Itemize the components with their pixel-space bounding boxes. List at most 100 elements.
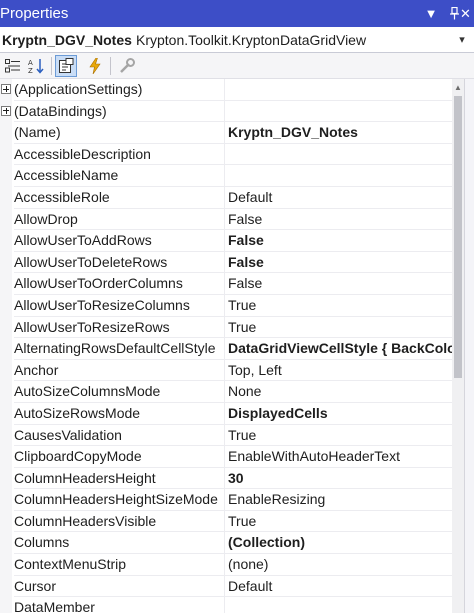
property-row[interactable]: CausesValidation True bbox=[0, 424, 452, 447]
property-value[interactable]: True bbox=[224, 510, 452, 533]
property-name: AutoSizeRowsMode bbox=[14, 403, 224, 425]
property-value[interactable]: EnableResizing bbox=[224, 489, 452, 511]
property-row[interactable]: AllowDrop False bbox=[0, 208, 452, 231]
object-selector[interactable]: Kryptn_DGV_Notes Krypton.Toolkit.Krypton… bbox=[0, 27, 474, 53]
properties-title-bar: Properties ▼ ✕ bbox=[0, 0, 474, 27]
property-row[interactable]: AccessibleName bbox=[0, 165, 452, 187]
categorized-button[interactable] bbox=[2, 55, 24, 77]
property-row[interactable]: AllowUserToResizeColumns True bbox=[0, 294, 452, 317]
property-name: AccessibleRole bbox=[14, 187, 224, 209]
property-value[interactable]: True bbox=[224, 294, 452, 317]
property-row[interactable]: ColumnHeadersHeightSizeMode EnableResizin… bbox=[0, 489, 452, 511]
property-value[interactable]: Default bbox=[224, 186, 452, 209]
property-value[interactable]: DisplayedCells bbox=[224, 402, 452, 425]
property-value[interactable]: DataGridViewCellStyle { BackColo bbox=[224, 338, 452, 360]
property-row[interactable]: AccessibleDescription bbox=[0, 143, 452, 166]
selected-object-name: Kryptn_DGV_Notes bbox=[2, 32, 132, 48]
property-row[interactable]: DataMember bbox=[0, 597, 452, 613]
property-name: AllowUserToAddRows bbox=[14, 230, 224, 252]
toolbar-separator bbox=[110, 57, 111, 75]
selected-object-type: Krypton.Toolkit.KryptonDataGridView bbox=[136, 32, 367, 48]
property-value[interactable]: (none) bbox=[224, 554, 452, 576]
row-gutter bbox=[0, 575, 12, 598]
property-row[interactable]: ClipboardCopyMode EnableWithAutoHeaderTex… bbox=[0, 446, 452, 468]
property-row[interactable]: (DataBindings) bbox=[0, 100, 452, 123]
object-selector-dropdown-icon[interactable]: ▾ bbox=[454, 30, 470, 48]
row-gutter bbox=[0, 510, 12, 533]
row-gutter bbox=[0, 424, 12, 447]
row-gutter bbox=[0, 230, 12, 252]
property-value[interactable] bbox=[224, 100, 452, 123]
property-value[interactable]: True bbox=[224, 316, 452, 339]
property-value[interactable]: Top, Left bbox=[224, 359, 452, 382]
scrollbar-thumb[interactable] bbox=[454, 96, 462, 378]
right-edge-panel bbox=[464, 79, 474, 613]
property-value[interactable]: False bbox=[224, 273, 452, 295]
property-row[interactable]: (Name) Kryptn_DGV_Notes bbox=[0, 122, 452, 144]
property-value[interactable]: EnableWithAutoHeaderText bbox=[224, 446, 452, 468]
scroll-up-icon[interactable]: ▲ bbox=[452, 79, 464, 95]
property-name: CausesValidation bbox=[14, 425, 224, 447]
property-name: AlternatingRowsDefaultCellStyle bbox=[14, 338, 224, 360]
property-value[interactable]: Default bbox=[224, 575, 452, 598]
property-value[interactable]: (Collection) bbox=[224, 532, 452, 555]
property-row[interactable]: Columns (Collection) bbox=[0, 532, 452, 555]
close-icon[interactable]: ✕ bbox=[460, 0, 474, 27]
properties-toolbar: A Z bbox=[0, 53, 474, 79]
property-row[interactable]: Anchor Top, Left bbox=[0, 359, 452, 382]
events-button[interactable] bbox=[84, 55, 106, 77]
alphabetical-button[interactable]: A Z bbox=[26, 55, 48, 77]
property-value[interactable] bbox=[224, 143, 452, 166]
window-options-dropdown-icon[interactable]: ▼ bbox=[420, 0, 442, 27]
property-pages-button[interactable] bbox=[116, 55, 138, 77]
property-name: AccessibleName bbox=[14, 165, 224, 187]
property-row[interactable]: ColumnHeadersHeight 30 bbox=[0, 467, 452, 490]
alphabetical-icon: A Z bbox=[28, 59, 44, 74]
property-value[interactable]: False bbox=[224, 208, 452, 231]
property-value[interactable]: 30 bbox=[224, 467, 452, 490]
property-row[interactable]: (ApplicationSettings) bbox=[0, 79, 452, 101]
row-gutter bbox=[0, 122, 12, 144]
events-icon bbox=[89, 58, 101, 74]
property-row[interactable]: ContextMenuStrip (none) bbox=[0, 554, 452, 576]
property-grid: (ApplicationSettings) (DataBindings) (Name… bbox=[0, 79, 452, 613]
row-gutter bbox=[0, 359, 12, 382]
row-gutter bbox=[0, 489, 12, 511]
row-gutter bbox=[0, 294, 12, 317]
property-row[interactable]: AllowUserToOrderColumns False bbox=[0, 273, 452, 295]
property-value[interactable]: False bbox=[224, 230, 452, 252]
property-row[interactable]: AllowUserToResizeRows True bbox=[0, 316, 452, 339]
property-value[interactable]: False bbox=[224, 251, 452, 274]
property-row[interactable]: Cursor Default bbox=[0, 575, 452, 598]
property-value[interactable]: True bbox=[224, 424, 452, 447]
property-value[interactable] bbox=[224, 597, 452, 613]
property-name: DataMember bbox=[14, 597, 224, 613]
expand-plus-icon[interactable] bbox=[1, 105, 11, 116]
property-value[interactable]: Kryptn_DGV_Notes bbox=[224, 122, 452, 144]
property-row[interactable]: AccessibleRole Default bbox=[0, 186, 452, 209]
property-name: AccessibleDescription bbox=[14, 144, 224, 166]
toolbar-separator bbox=[51, 57, 52, 75]
property-value[interactable] bbox=[224, 79, 452, 101]
row-gutter bbox=[0, 251, 12, 274]
vertical-scrollbar[interactable]: ▲ bbox=[452, 79, 464, 613]
property-value[interactable] bbox=[224, 165, 452, 187]
expand-plus-icon[interactable] bbox=[1, 84, 11, 94]
row-gutter bbox=[0, 316, 12, 339]
property-row[interactable]: AllowUserToDeleteRows False bbox=[0, 251, 452, 274]
property-name: AllowUserToOrderColumns bbox=[14, 273, 224, 295]
row-gutter bbox=[0, 597, 12, 613]
property-row[interactable]: AllowUserToAddRows False bbox=[0, 230, 452, 252]
property-value[interactable]: None bbox=[224, 381, 452, 403]
property-name: Columns bbox=[14, 532, 224, 555]
property-row[interactable]: AlternatingRowsDefaultCellStyle DataGridV… bbox=[0, 338, 452, 360]
row-gutter bbox=[0, 381, 12, 403]
property-row[interactable]: AutoSizeColumnsMode None bbox=[0, 381, 452, 403]
property-name: ClipboardCopyMode bbox=[14, 446, 224, 468]
properties-button[interactable] bbox=[55, 55, 77, 77]
row-gutter bbox=[0, 143, 12, 166]
property-name: ColumnHeadersHeight bbox=[14, 468, 224, 490]
window-title: Properties bbox=[0, 5, 69, 22]
property-row[interactable]: ColumnHeadersVisible True bbox=[0, 510, 452, 533]
property-row[interactable]: AutoSizeRowsMode DisplayedCells bbox=[0, 402, 452, 425]
